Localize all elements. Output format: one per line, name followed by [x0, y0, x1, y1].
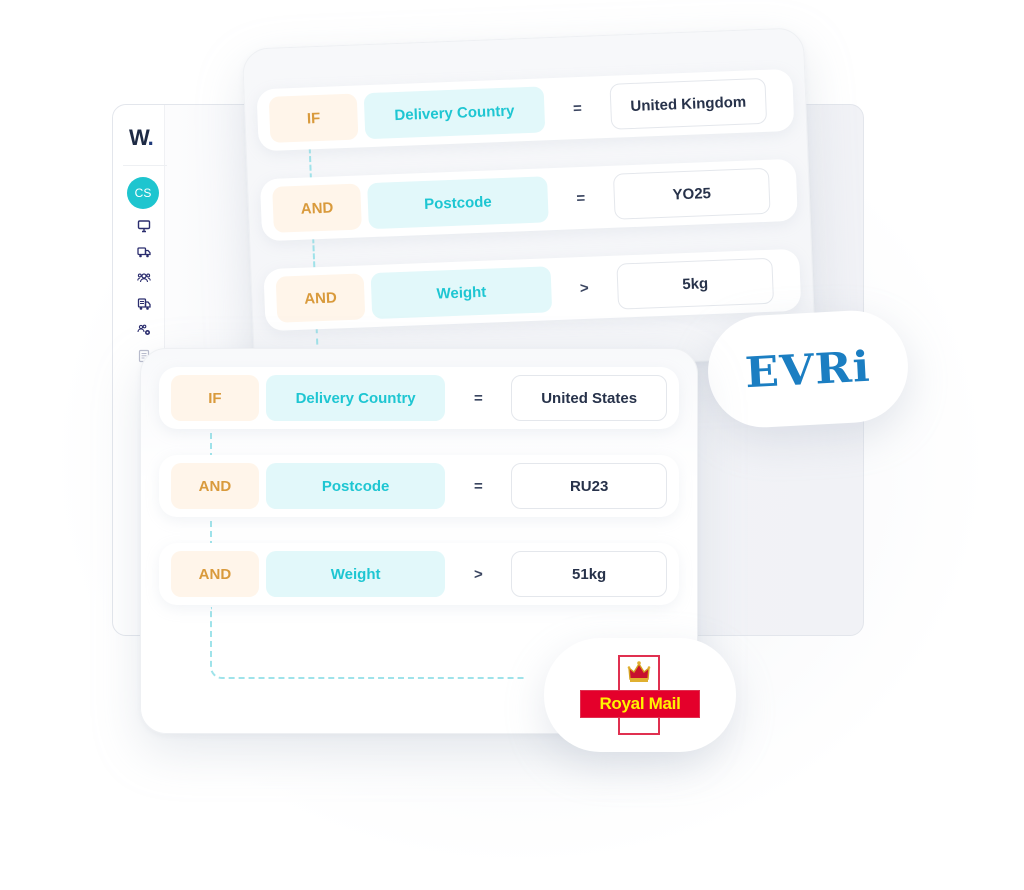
divider [123, 165, 167, 166]
field-chip[interactable]: Delivery Country [363, 86, 546, 140]
value-input[interactable]: United Kingdom [609, 77, 768, 130]
field-chip[interactable]: Delivery Country [265, 375, 446, 421]
rule-row[interactable]: AND Postcode = YO25 [259, 158, 798, 242]
rule-row[interactable]: IF Delivery Country = United Kingdom [256, 68, 795, 152]
carrier-royal-mail[interactable]: Royal Mail [544, 638, 736, 752]
logo-dot: . [147, 125, 154, 150]
connector-line [312, 237, 316, 268]
rule-row[interactable]: IF Delivery Country = United States [159, 367, 679, 429]
rule-row[interactable]: AND Weight > 5kg [263, 248, 802, 332]
value-input[interactable]: 5kg [616, 257, 775, 310]
operator[interactable]: = [445, 478, 511, 495]
royal-mail-wordmark: Royal Mail [580, 690, 700, 718]
truck-icon[interactable] [137, 245, 151, 259]
logic-chip[interactable]: IF [171, 375, 259, 421]
operator[interactable]: > [445, 566, 511, 583]
app-logo[interactable]: W. [129, 125, 154, 151]
carrier-evri[interactable]: EVRi [705, 307, 911, 431]
rule-row[interactable]: AND Weight > 51kg [159, 543, 679, 605]
crown-icon [627, 661, 651, 682]
operator[interactable]: = [544, 98, 611, 118]
field-chip[interactable]: Weight [370, 266, 553, 320]
connector-line-to-carrier [210, 607, 526, 679]
logic-chip[interactable]: AND [272, 183, 362, 233]
operator[interactable]: > [551, 278, 618, 298]
connector-line [308, 147, 312, 180]
users-icon[interactable] [137, 271, 151, 285]
operator[interactable]: = [445, 390, 511, 407]
logic-chip[interactable]: AND [171, 551, 259, 597]
value-input[interactable]: YO25 [612, 167, 771, 220]
avatar-initials: CS [134, 186, 152, 200]
logic-chip[interactable]: AND [275, 273, 366, 323]
field-chip[interactable]: Postcode [367, 176, 549, 230]
evri-logo: EVRi [744, 341, 872, 397]
field-chip[interactable]: Weight [265, 551, 446, 597]
avatar[interactable]: CS [127, 177, 159, 209]
operator[interactable]: = [548, 188, 615, 208]
rule-row[interactable]: AND Postcode = RU23 [159, 455, 679, 517]
field-chip[interactable]: Postcode [265, 463, 446, 509]
logic-chip[interactable]: AND [171, 463, 259, 509]
logo-text: W [129, 125, 149, 150]
users-settings-icon[interactable] [137, 323, 151, 337]
value-input[interactable]: United States [511, 375, 667, 421]
delivery-truck-icon[interactable] [137, 297, 151, 311]
monitor-icon[interactable] [137, 219, 151, 233]
royal-mail-logo: Royal Mail [580, 653, 700, 737]
logic-chip[interactable]: IF [268, 93, 359, 143]
value-input[interactable]: RU23 [511, 463, 667, 509]
value-input[interactable]: 51kg [511, 551, 667, 597]
